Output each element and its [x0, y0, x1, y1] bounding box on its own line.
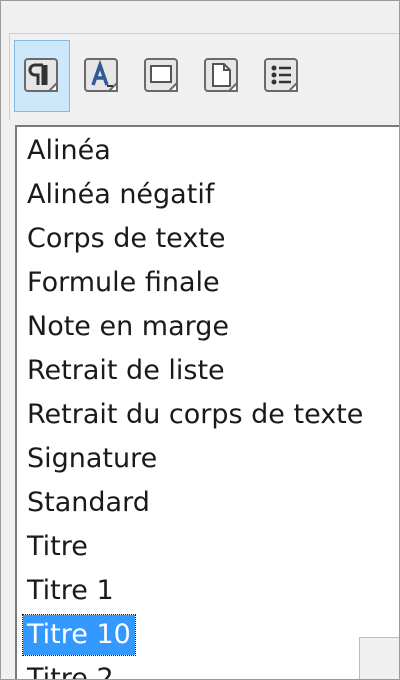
style-item[interactable]: Retrait de liste [23, 351, 229, 391]
style-item[interactable]: Signature [23, 439, 161, 479]
title-strip-cut-off [9, 1, 399, 23]
list-styles-icon [264, 58, 298, 92]
style-category-toolbar [9, 33, 399, 120]
style-item[interactable]: Retrait du corps de texte [23, 395, 367, 435]
styles-panel: Alinéa Alinéa négatif Corps de texte For… [0, 0, 400, 680]
style-item[interactable]: Formule finale [23, 263, 224, 303]
style-item[interactable]: Corps de texte [23, 219, 230, 259]
style-item-selected[interactable]: Titre 10 [22, 614, 136, 656]
style-item[interactable]: Alinéa négatif [23, 175, 218, 215]
character-styles-button[interactable] [74, 40, 130, 112]
paragraph-styles-button[interactable] [14, 40, 70, 112]
style-item[interactable]: Alinéa [23, 131, 115, 171]
size-grip[interactable] [359, 637, 399, 679]
list-styles-button[interactable] [254, 40, 310, 112]
style-item[interactable]: Titre [23, 527, 92, 567]
styles-list[interactable]: Alinéa Alinéa négatif Corps de texte For… [15, 125, 399, 679]
style-item[interactable]: Note en marge [23, 307, 233, 347]
style-item[interactable]: Titre 2 [23, 659, 118, 679]
frame-styles-button[interactable] [134, 40, 190, 112]
character-styles-icon [84, 58, 118, 92]
page-styles-button[interactable] [194, 40, 250, 112]
frame-styles-icon [144, 58, 178, 92]
style-item[interactable]: Standard [23, 483, 154, 523]
paragraph-styles-icon [24, 58, 58, 92]
page-styles-icon [204, 58, 238, 92]
style-item[interactable]: Titre 1 [23, 571, 118, 611]
